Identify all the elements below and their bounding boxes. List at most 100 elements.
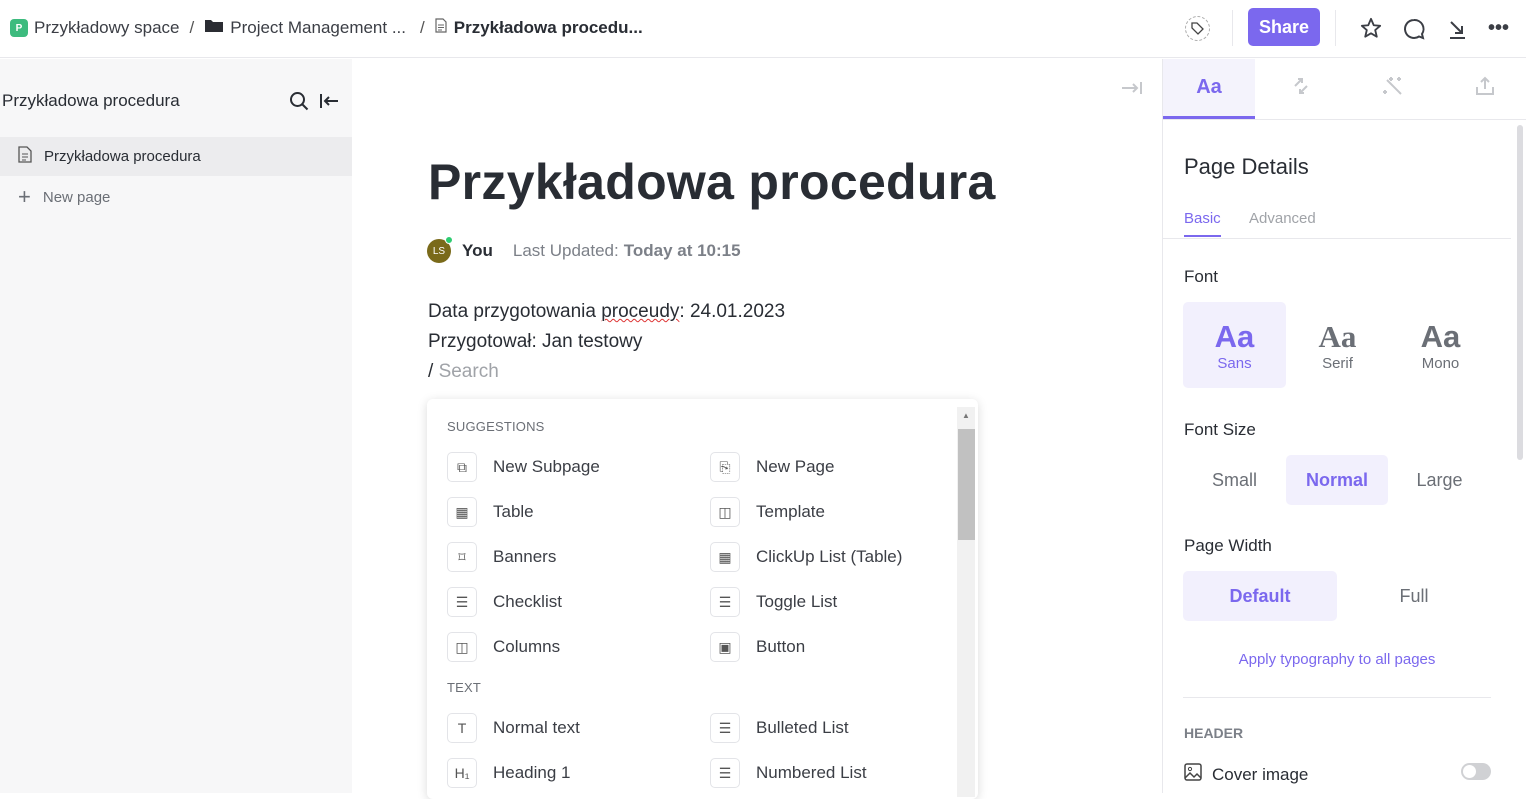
page-width-label: Page Width	[1184, 536, 1272, 555]
menu-item-template[interactable]: ◫ Template	[710, 497, 825, 527]
breadcrumb-space[interactable]: Przykładowy space	[34, 18, 180, 38]
font-option-mono[interactable]: Aa Mono	[1389, 302, 1492, 388]
menu-item-normal-text[interactable]: T Normal text	[447, 713, 580, 743]
slash-command-menu: SUGGESTIONS TEXT ⧉ New Subpage ⎘ New Page ▦ T…	[427, 399, 978, 799]
menu-item-new-subpage[interactable]: ⧉ New Subpage	[447, 452, 600, 482]
font-size-large[interactable]: Large	[1388, 455, 1491, 505]
scroll-up-arrow-icon[interactable]: ▲	[962, 411, 970, 420]
font-size-small[interactable]: Small	[1183, 455, 1286, 505]
menu-item-clickup-list-table[interactable]: ▦ ClickUp List (Table)	[710, 542, 902, 572]
toggle-list-icon: ☰	[710, 587, 740, 617]
menu-item-toggle-list[interactable]: ☰ Toggle List	[710, 587, 837, 617]
subtab-advanced[interactable]: Advanced	[1249, 210, 1316, 227]
collapse-sidebar-icon[interactable]	[319, 92, 339, 110]
author-name: You	[462, 241, 493, 260]
text-header: TEXT	[447, 680, 482, 695]
menu-item-label: Checklist	[493, 592, 562, 611]
menu-item-columns[interactable]: ◫ Columns	[447, 632, 560, 662]
menu-item-label: Bulleted List	[756, 718, 849, 737]
button-icon: ▣	[710, 632, 740, 662]
collapse-icon[interactable]	[1444, 16, 1469, 41]
menu-item-table[interactable]: ▦ Table	[447, 497, 534, 527]
font-option-sans[interactable]: Aa Sans	[1183, 302, 1286, 388]
page-meta: LS You Last Updated: Today at 10:15	[427, 236, 741, 263]
upload-icon	[1474, 75, 1496, 103]
tab-typography[interactable]: Aa	[1163, 59, 1255, 119]
menu-item-label: ClickUp List (Table)	[756, 547, 903, 566]
menu-item-label: New Subpage	[493, 457, 600, 476]
menu-item-label: Button	[756, 637, 806, 656]
doc-line-author[interactable]: Przygotował: Jan testowy	[428, 331, 642, 353]
plus-icon: +	[18, 184, 31, 209]
menu-item-label: Toggle List	[756, 592, 838, 611]
page-width-full[interactable]: Full	[1337, 571, 1491, 621]
suggestions-header: SUGGESTIONS	[447, 419, 545, 434]
sidebar-item-przykladowa-procedura[interactable]: Przykładowa procedura	[0, 137, 352, 176]
tab-relations[interactable]	[1255, 59, 1347, 119]
expand-panel-icon[interactable]	[1121, 80, 1143, 96]
divider	[1163, 238, 1511, 239]
menu-item-button[interactable]: ▣ Button	[710, 632, 805, 662]
tab-export[interactable]	[1439, 59, 1526, 119]
menu-item-label: Heading 1	[493, 763, 571, 782]
subpage-icon: ⧉	[447, 452, 477, 482]
font-option-serif[interactable]: Aa Serif	[1286, 302, 1389, 388]
menu-item-checklist[interactable]: ☰ Checklist	[447, 587, 562, 617]
comment-icon[interactable]	[1401, 16, 1426, 41]
cover-image-toggle[interactable]	[1461, 763, 1491, 780]
menu-item-label: Normal text	[493, 718, 580, 737]
checklist-icon: ☰	[447, 587, 477, 617]
menu-item-label: Table	[493, 502, 534, 521]
menu-item-bulleted-list[interactable]: ☰ Bulleted List	[710, 713, 849, 743]
top-bar: P Przykładowy space / Project Management…	[0, 0, 1526, 58]
online-indicator	[445, 236, 453, 244]
new-page-button[interactable]: + New page	[0, 177, 352, 217]
image-icon	[1184, 763, 1202, 786]
menu-scrollbar-thumb[interactable]	[958, 429, 975, 540]
doc-line-date[interactable]: Data przygotowania proceudy: 24.01.2023	[428, 301, 785, 323]
page-title[interactable]: Przykładowa procedura	[428, 153, 996, 211]
slash-command-input[interactable]: / Search	[428, 361, 499, 383]
magic-wand-icon	[1381, 74, 1405, 104]
tab-ai[interactable]	[1347, 59, 1439, 119]
new-page-icon: ⎘	[710, 452, 740, 482]
arrows-icon	[1290, 75, 1312, 103]
menu-item-label: Banners	[493, 547, 557, 566]
subtab-basic[interactable]: Basic	[1184, 210, 1221, 237]
divider	[1335, 10, 1336, 46]
header-section-label: HEADER	[1184, 725, 1244, 741]
apply-typography-link[interactable]: Apply typography to all pages	[1183, 651, 1491, 668]
divider	[1232, 10, 1233, 46]
breadcrumb-separator: /	[189, 18, 195, 37]
menu-item-numbered-list[interactable]: ☰ Numbered List	[710, 758, 867, 788]
page-width-default[interactable]: Default	[1183, 571, 1337, 621]
heading-icon: H₁	[447, 758, 477, 788]
avatar[interactable]: LS	[427, 236, 453, 263]
menu-item-label: Columns	[493, 637, 561, 656]
space-badge: P	[10, 19, 28, 37]
breadcrumb-folder[interactable]: Project Management ...	[230, 18, 406, 38]
font-size-normal[interactable]: Normal	[1286, 455, 1388, 505]
text-icon: T	[447, 713, 477, 743]
search-icon[interactable]	[289, 91, 309, 111]
panel-scrollbar[interactable]	[1517, 125, 1523, 460]
tag-icon[interactable]	[1185, 16, 1210, 41]
menu-item-label: Numbered List	[756, 763, 867, 782]
numbered-list-icon: ☰	[710, 758, 740, 788]
panel-title: Page Details	[1184, 154, 1309, 179]
menu-item-label: New Page	[756, 457, 835, 476]
menu-item-new-page[interactable]: ⎘ New Page	[710, 452, 834, 482]
sidebar-title: Przykładowa procedura	[2, 91, 180, 110]
breadcrumb-page[interactable]: Przykładowa procedu...	[454, 18, 643, 38]
document-icon	[435, 18, 447, 38]
template-icon: ◫	[710, 497, 740, 527]
divider	[1183, 697, 1491, 698]
menu-item-banners[interactable]: ⌑ Banners	[447, 542, 556, 572]
share-button[interactable]: Share	[1248, 8, 1320, 46]
menu-item-heading-1[interactable]: H₁ Heading 1	[447, 758, 571, 788]
last-updated-value: Today at 10:15	[623, 241, 741, 260]
misspelled-word: proceudy	[601, 301, 680, 322]
more-icon[interactable]: •••	[1486, 16, 1511, 41]
star-icon[interactable]	[1359, 16, 1383, 40]
panel-tabs: Aa	[1163, 59, 1526, 120]
